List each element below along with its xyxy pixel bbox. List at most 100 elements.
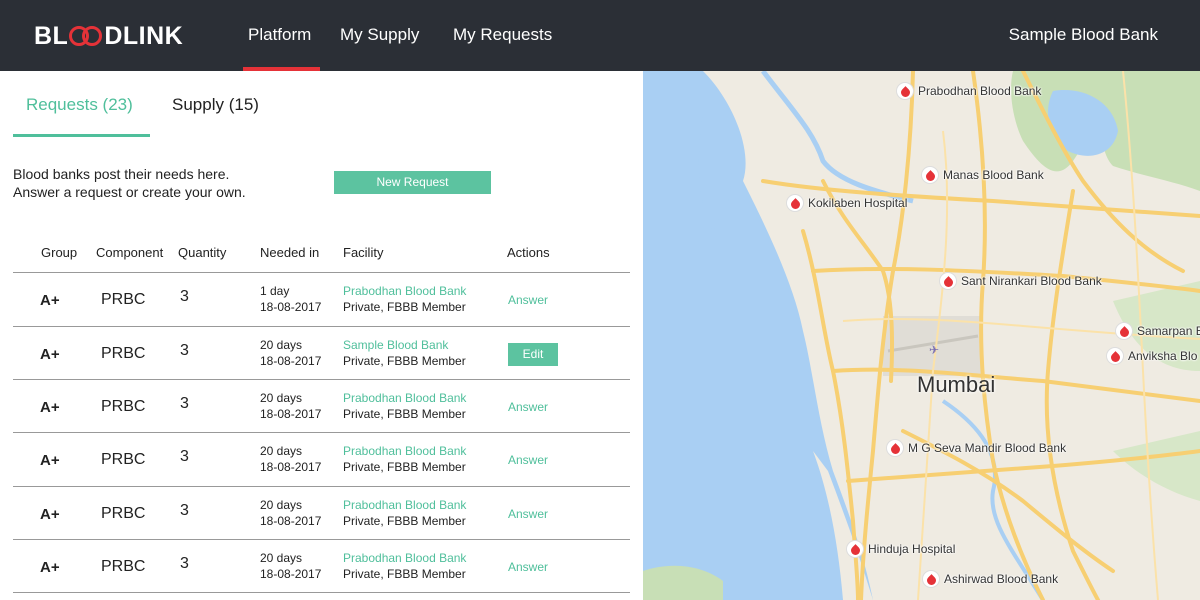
cell-group: A+ <box>40 346 60 363</box>
cell-facility-type: Private, FBBB Member <box>343 567 466 581</box>
intro-line-2: Answer a request or create your own. <box>13 184 246 200</box>
cell-group: A+ <box>40 559 60 576</box>
map-marker[interactable]: Prabodhan Blood Bank <box>896 82 1041 100</box>
cell-quantity: 3 <box>180 395 189 412</box>
map-marker-label: Sant Nirankari Blood Bank <box>961 274 1102 288</box>
intro-line-1: Blood banks post their needs here. <box>13 166 230 182</box>
blood-drop-icon <box>922 570 940 588</box>
cell-component: PRBC <box>101 398 146 415</box>
map-marker[interactable]: Hinduja Hospital <box>846 540 955 558</box>
map-marker[interactable]: Manas Blood Bank <box>921 166 1044 184</box>
cell-quantity: 3 <box>180 342 189 359</box>
tab-requests[interactable]: Requests (23) <box>26 95 133 115</box>
map-marker[interactable]: Anviksha Blo <box>1106 347 1197 365</box>
cell-date: 18-08-2017 <box>260 354 322 368</box>
nav-my-supply[interactable]: My Supply <box>340 25 419 45</box>
blood-drop-icon <box>896 82 914 100</box>
cell-component: PRBC <box>101 345 146 362</box>
cell-group: A+ <box>40 506 60 523</box>
cell-quantity: 3 <box>180 448 189 465</box>
bloodlink-logo[interactable]: BL DLINK <box>34 22 183 50</box>
cell-facility-link[interactable]: Prabodhan Blood Bank <box>343 444 466 458</box>
cell-facility-link[interactable]: Sample Blood Bank <box>343 338 448 352</box>
cell-facility-type: Private, FBBB Member <box>343 354 466 368</box>
logo-text-right: DLINK <box>104 21 184 50</box>
cell-date: 18-08-2017 <box>260 567 322 581</box>
top-navbar: BL DLINK Platform My Supply My Requests … <box>0 0 1200 71</box>
cell-component: PRBC <box>101 558 146 575</box>
cell-facility-type: Private, FBBB Member <box>343 514 466 528</box>
blood-drop-icon <box>886 439 904 457</box>
cell-date: 18-08-2017 <box>260 407 322 421</box>
intro-text: Blood banks post their needs here. Answe… <box>13 165 246 201</box>
map-marker[interactable]: Samarpan Bl <box>1115 322 1200 340</box>
map-marker-label: Kokilaben Hospital <box>808 196 908 210</box>
answer-button[interactable]: Answer <box>508 560 548 574</box>
map-marker-label: Prabodhan Blood Bank <box>918 84 1042 98</box>
cell-facility-link[interactable]: Prabodhan Blood Bank <box>343 284 466 298</box>
airport-icon: ✈ <box>929 343 940 357</box>
cell-quantity: 3 <box>180 288 189 305</box>
table-row: A+ PRBC 3 20 days 18-08-2017 Prabodhan B… <box>13 433 630 486</box>
cell-facility-link[interactable]: Prabodhan Blood Bank <box>343 391 466 405</box>
table-row: A+ PRBC 3 20 days 18-08-2017 Prabodhan B… <box>13 540 630 593</box>
cell-needed-in: 20 days <box>260 498 303 512</box>
cell-facility-type: Private, FBBB Member <box>343 407 466 421</box>
header-quantity: Quantity <box>178 245 227 260</box>
cell-quantity: 3 <box>180 555 189 572</box>
tab-supply[interactable]: Supply (15) <box>172 95 259 115</box>
cell-needed-in: 20 days <box>260 551 303 565</box>
map-marker-label: Hinduja Hospital <box>868 542 956 556</box>
header-group: Group <box>41 245 78 260</box>
nav-platform[interactable]: Platform <box>248 25 311 45</box>
cell-group: A+ <box>40 399 60 416</box>
header-component: Component <box>96 245 164 260</box>
cell-needed-in: 20 days <box>260 444 303 458</box>
header-needed-in: Needed in <box>260 245 320 260</box>
map-marker[interactable]: M G Seva Mandir Blood Bank <box>886 439 1066 457</box>
blood-drop-icon <box>1115 322 1133 340</box>
map-marker-label: Manas Blood Bank <box>943 168 1044 182</box>
nav-my-requests[interactable]: My Requests <box>453 25 552 45</box>
cell-group: A+ <box>40 452 60 469</box>
map-marker[interactable]: Ashirwad Blood Bank <box>922 570 1058 588</box>
map-marker-label: Anviksha Blo <box>1128 349 1198 363</box>
cell-component: PRBC <box>101 291 146 308</box>
header-actions: Actions <box>507 245 550 260</box>
table-row: A+ PRBC 3 1 day 18-08-2017 Prabodhan Blo… <box>13 273 630 326</box>
new-request-button[interactable]: New Request <box>334 171 491 194</box>
table-row: A+ PRBC 3 20 days 18-08-2017 Sample Bloo… <box>13 327 630 380</box>
org-name[interactable]: Sample Blood Bank <box>1009 25 1158 45</box>
map-city-label: Mumbai <box>917 372 996 397</box>
cell-quantity: 3 <box>180 502 189 519</box>
blood-drop-icon <box>939 272 957 290</box>
cell-component: PRBC <box>101 505 146 522</box>
cell-facility-link[interactable]: Prabodhan Blood Bank <box>343 498 466 512</box>
answer-button[interactable]: Answer <box>508 453 548 467</box>
cell-needed-in: 20 days <box>260 391 303 405</box>
edit-button[interactable]: Edit <box>508 343 558 366</box>
header-facility: Facility <box>343 245 384 260</box>
cell-needed-in: 20 days <box>260 338 303 352</box>
cell-date: 18-08-2017 <box>260 460 322 474</box>
blood-drop-icon <box>846 540 864 558</box>
map-marker-label: Samarpan Bl <box>1137 324 1200 338</box>
cell-date: 18-08-2017 <box>260 300 322 314</box>
map-marker-label: Ashirwad Blood Bank <box>944 572 1059 586</box>
table-row: A+ PRBC 3 20 days 18-08-2017 Prabodhan B… <box>13 487 630 540</box>
map-marker[interactable]: Sant Nirankari Blood Bank <box>939 272 1102 290</box>
answer-button[interactable]: Answer <box>508 293 548 307</box>
cell-facility-link[interactable]: Prabodhan Blood Bank <box>343 551 466 565</box>
answer-button[interactable]: Answer <box>508 507 548 521</box>
blood-drop-icon <box>1106 347 1124 365</box>
nav-active-indicator <box>243 67 320 71</box>
cell-needed-in: 1 day <box>260 284 290 298</box>
logo-text-left: BL <box>34 21 69 50</box>
cell-facility-type: Private, FBBB Member <box>343 300 466 314</box>
map-marker[interactable]: Kokilaben Hospital <box>786 194 907 212</box>
cell-facility-type: Private, FBBB Member <box>343 460 466 474</box>
answer-button[interactable]: Answer <box>508 400 548 414</box>
map-view[interactable]: ✈ Mumbai Prabodhan Blood Bank Manas Bloo… <box>643 71 1200 600</box>
blood-drop-icon <box>786 194 804 212</box>
row-divider <box>13 592 630 593</box>
